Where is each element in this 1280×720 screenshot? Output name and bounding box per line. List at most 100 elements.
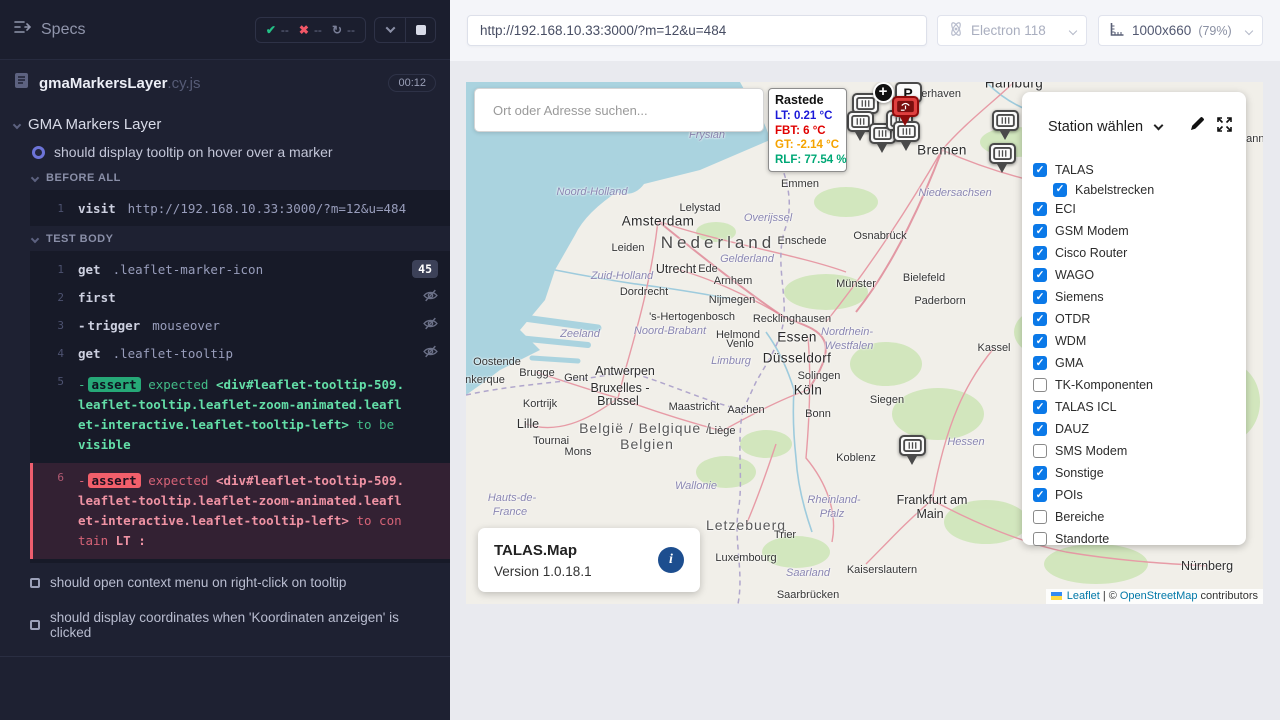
layer-checkbox-row[interactable]: Sonstige: [1033, 462, 1246, 484]
layer-label: Sonstige: [1055, 466, 1104, 480]
stop-button[interactable]: [405, 18, 435, 42]
map-label: Oostende: [473, 356, 521, 368]
layer-checkbox-row[interactable]: OTDR: [1033, 308, 1246, 330]
checkbox[interactable]: [1033, 400, 1047, 414]
checkbox[interactable]: [1033, 224, 1047, 238]
checkbox[interactable]: [1033, 510, 1047, 524]
layer-checkbox-row[interactable]: TALAS ICL: [1033, 396, 1246, 418]
checkbox[interactable]: [1033, 444, 1047, 458]
map-label: Noord-Holland: [557, 186, 628, 198]
layer-checkbox-row[interactable]: ECI: [1033, 198, 1246, 220]
map-label: Utrecht: [656, 262, 696, 276]
expand-icon[interactable]: [1217, 117, 1232, 137]
url-bar[interactable]: http://192.168.10.33:3000/?m=12&u=484: [467, 15, 927, 46]
layer-checkbox-row[interactable]: POIs: [1033, 484, 1246, 506]
command-row[interactable]: 3 -trigger mouseover: [30, 311, 450, 339]
checkbox[interactable]: [1033, 488, 1047, 502]
command-row[interactable]: 1 get .leaflet-marker-icon 45: [30, 255, 450, 283]
map-label: Kassel: [977, 342, 1010, 354]
collapse-button[interactable]: [375, 18, 405, 42]
test-body-commands: 1 get .leaflet-marker-icon 45 2 first 3 …: [30, 251, 450, 563]
layer-label: Kabelstrecken: [1075, 183, 1154, 197]
layer-checkbox-row[interactable]: DAUZ: [1033, 418, 1246, 440]
layer-checkbox-row[interactable]: TK-Komponenten: [1033, 374, 1246, 396]
checkbox[interactable]: [1033, 290, 1047, 304]
specs-title[interactable]: Specs: [41, 21, 85, 39]
map-label: Koblenz: [836, 452, 876, 464]
command-row[interactable]: 1 visit http://192.168.10.33:3000/?m=12&…: [30, 194, 450, 222]
info-icon[interactable]: i: [658, 547, 684, 573]
map-label: Nürnberg: [1181, 559, 1233, 573]
layer-checkbox-row[interactable]: Kabelstrecken: [1033, 181, 1246, 198]
chevron-down-icon[interactable]: [1154, 120, 1164, 130]
layer-checkbox-row[interactable]: WDM: [1033, 330, 1246, 352]
layer-checkbox-row[interactable]: TALAS: [1033, 159, 1246, 181]
checkbox[interactable]: [1053, 183, 1067, 197]
assert-failed-row[interactable]: 6 -assert expected <div#leaflet-tooltip-…: [30, 463, 450, 559]
map-label: Main: [916, 507, 943, 521]
layer-checkbox-row[interactable]: WAGO: [1033, 264, 1246, 286]
checkbox[interactable]: [1033, 246, 1047, 260]
version-card: TALAS.Map Version 1.0.18.1 i: [478, 528, 700, 592]
command-row[interactable]: 2 first: [30, 283, 450, 311]
layer-checkbox-row[interactable]: SMS Modem: [1033, 440, 1246, 462]
spec-row[interactable]: gmaMarkersLayer.cy.js 00:12: [0, 60, 450, 106]
map-label: Mons: [565, 446, 592, 458]
map-marker[interactable]: [988, 143, 1016, 173]
search-input[interactable]: [475, 103, 763, 118]
chevron-down-icon: [31, 174, 39, 182]
checkbox[interactable]: [1033, 268, 1047, 282]
checkbox[interactable]: [1033, 422, 1047, 436]
checkbox[interactable]: [1033, 532, 1047, 546]
map-marker[interactable]: [991, 110, 1019, 140]
element-count-badge: 45: [412, 260, 438, 278]
assert-passed-row[interactable]: 5 -assert expected <div#leaflet-tooltip-…: [30, 367, 450, 463]
specs-menu-icon[interactable]: [14, 20, 31, 39]
pending-test-row[interactable]: should display coordinates when 'Koordin…: [0, 602, 450, 648]
test-stats[interactable]: ✔-- ✖-- ↻--: [255, 17, 366, 43]
pending-test-row[interactable]: should open context menu on right-click …: [0, 567, 450, 598]
map-label: Liège: [709, 425, 736, 437]
layer-checkbox-row[interactable]: Siemens: [1033, 286, 1246, 308]
checkbox[interactable]: [1033, 334, 1047, 348]
before-all-header[interactable]: BEFORE ALL: [0, 165, 450, 190]
map-marker[interactable]: + +: [869, 82, 897, 103]
viewport-selector[interactable]: 1000x660 (79%): [1098, 15, 1263, 46]
checkbox[interactable]: [1033, 202, 1047, 216]
app-name: TALAS.Map: [494, 542, 592, 559]
leaflet-map[interactable]: Noord-Holland Fryslân Lelystad Amsterdam…: [466, 82, 1263, 604]
layer-label: Siemens: [1055, 290, 1104, 304]
map-label: Enschede: [778, 235, 827, 247]
checkbox[interactable]: [1033, 163, 1047, 177]
map-marker[interactable]: [898, 435, 926, 465]
active-test-row[interactable]: should display tooltip on hover over a m…: [0, 139, 450, 165]
station-dropdown[interactable]: Station wählen: [1048, 119, 1143, 135]
file-icon: [14, 72, 29, 94]
edit-pencil-icon[interactable]: [1189, 116, 1205, 137]
test-body-header[interactable]: TEST BODY: [0, 226, 450, 251]
layer-checkbox-row[interactable]: GSM Modem: [1033, 220, 1246, 242]
browser-selector[interactable]: Electron 118: [937, 15, 1087, 46]
map-label: Saarland: [786, 567, 830, 579]
layer-label: SMS Modem: [1055, 444, 1127, 458]
checkbox[interactable]: [1033, 378, 1047, 392]
station-icon: [897, 125, 916, 138]
map-label: Brussel: [597, 394, 639, 408]
checkbox[interactable]: [1033, 466, 1047, 480]
osm-link[interactable]: OpenStreetMap: [1120, 590, 1198, 602]
checkbox[interactable]: [1033, 356, 1047, 370]
map-label: Leiden: [611, 242, 644, 254]
layer-checkbox-row[interactable]: Bereiche: [1033, 506, 1246, 528]
leaflet-link[interactable]: Leaflet: [1067, 590, 1100, 602]
suite-row[interactable]: GMA Markers Layer: [0, 110, 450, 139]
marker-tooltip[interactable]: Rastede LT: 0.21 °C FBT: 6 °C GT: -2.14 …: [768, 88, 847, 172]
layer-checkbox-row[interactable]: Standorte: [1033, 528, 1246, 550]
map-label: Gent: [564, 372, 588, 384]
layer-checkbox-row[interactable]: GMA: [1033, 352, 1246, 374]
map-label: Belgien: [620, 436, 674, 452]
command-row[interactable]: 4 get .leaflet-tooltip: [30, 339, 450, 367]
ukraine-flag-icon: [1051, 592, 1062, 600]
checkbox[interactable]: [1033, 312, 1047, 326]
spec-name: gmaMarkersLayer: [39, 75, 167, 92]
layer-checkbox-row[interactable]: Cisco Router: [1033, 242, 1246, 264]
